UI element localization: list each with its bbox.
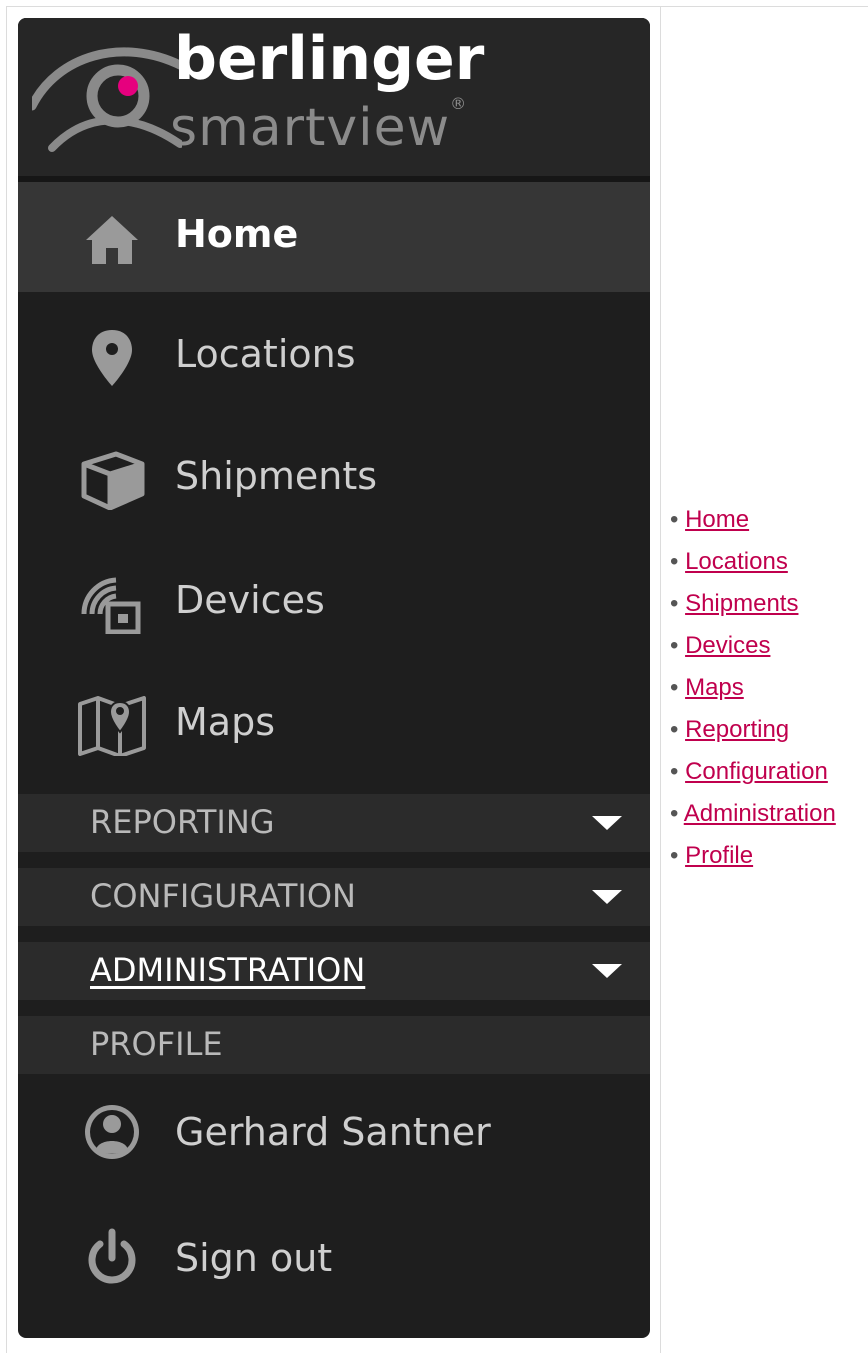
logo-product-text: smartview® [170,93,468,158]
package-icon [81,451,145,510]
nav-item-devices[interactable]: Devices [18,548,650,658]
nav-item-label: Shipments [175,454,378,498]
chevron-down-icon[interactable] [592,890,622,904]
section-reporting[interactable]: REPORTING [18,794,650,852]
list-item: • Maps [670,667,836,709]
link-reporting[interactable]: Reporting [685,716,789,743]
bullet: • [670,674,679,701]
section-label: PROFILE [90,1025,223,1063]
link-profile[interactable]: Profile [685,842,753,869]
list-item: • Reporting [670,709,836,751]
list-item: • Configuration [670,751,836,793]
bullet: • [670,758,679,785]
nav-item-home[interactable]: Home [18,182,650,292]
logo-brand-text: berlinger [174,24,485,94]
bullet: • [670,632,679,659]
list-item: • Administration [670,793,836,835]
chevron-down-icon[interactable] [592,816,622,830]
power-icon [88,1228,136,1284]
nav-item-user-profile[interactable]: Gerhard Santner [18,1080,650,1190]
nav-item-locations[interactable]: Locations [18,302,650,412]
link-configuration[interactable]: Configuration [685,758,828,785]
link-shipments[interactable]: Shipments [685,590,798,617]
list-item: • Locations [670,541,836,583]
section-profile: PROFILE [18,1016,650,1074]
link-devices[interactable]: Devices [685,632,770,659]
list-item: • Shipments [670,583,836,625]
bullet: • [670,548,679,575]
column-divider [660,6,661,1353]
section-label: ADMINISTRATION [90,951,366,989]
section-label: CONFIGURATION [90,877,356,915]
bullet: • [670,506,679,533]
section-configuration[interactable]: CONFIGURATION [18,868,650,926]
list-item: • Home [670,499,836,541]
nav-item-maps[interactable]: Maps [18,670,650,780]
link-locations[interactable]: Locations [685,548,788,575]
device-signal-icon [81,577,141,634]
map-icon [78,696,146,756]
section-administration[interactable]: ADMINISTRATION [18,942,650,1000]
nav-item-label: Devices [175,578,325,622]
link-home[interactable]: Home [685,506,749,533]
nav-item-shipments[interactable]: Shipments [18,424,650,534]
nav-item-label: Home [175,212,299,256]
bullet: • [670,590,679,617]
nav-item-label: Gerhard Santner [175,1110,491,1154]
sidebar: berlinger smartview® Home Locations Ship… [18,18,650,1338]
sign-out-button[interactable]: Sign out [18,1206,650,1316]
fallback-link-list: • Home • Locations • Shipments • Devices… [670,499,836,877]
bullet: • [670,716,679,743]
nav-item-label: Maps [175,700,275,744]
list-item: • Devices [670,625,836,667]
home-icon [86,216,138,264]
link-administration[interactable]: Administration [684,800,836,827]
user-avatar-icon [85,1105,139,1159]
eye-logo-icon [32,47,182,152]
nav-item-label: Sign out [175,1236,333,1280]
chevron-down-icon[interactable] [592,964,622,978]
location-pin-icon [92,330,132,386]
section-label: REPORTING [90,803,275,841]
link-maps[interactable]: Maps [685,674,744,701]
nav-item-label: Locations [175,332,356,376]
bullet: • [670,800,679,827]
logo[interactable]: berlinger smartview® [18,18,650,176]
bullet: • [670,842,679,869]
list-item: • Profile [670,835,836,877]
